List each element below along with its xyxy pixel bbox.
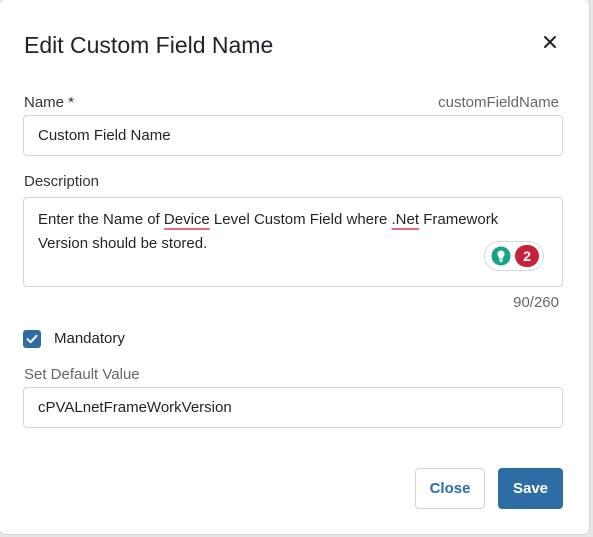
- name-input[interactable]: Custom Field Name: [23, 115, 563, 156]
- default-value-text: cPVALnetFrameWorkVersion: [38, 399, 232, 416]
- spelling-flag-word: Device: [163, 211, 210, 228]
- close-button[interactable]: Close: [415, 468, 485, 509]
- description-textarea[interactable]: Enter the Name of Device Level Custom Fi…: [23, 197, 563, 287]
- dialog-title: Edit Custom Field Name: [24, 32, 274, 58]
- edit-custom-field-dialog: Edit Custom Field Name Name * customFiel…: [0, 0, 590, 535]
- name-input-value: Custom Field Name: [38, 127, 171, 144]
- description-text: Enter the Name of Device Level Custom Fi…: [38, 211, 499, 252]
- lightbulb-icon: [491, 246, 511, 266]
- checkmark-icon: [26, 334, 38, 344]
- suggestion-count-badge: 2: [515, 245, 539, 267]
- default-value-input[interactable]: cPVALnetFrameWorkVersion: [23, 387, 563, 428]
- description-label: Description: [24, 173, 100, 190]
- mandatory-label[interactable]: Mandatory: [54, 330, 125, 348]
- mandatory-checkbox[interactable]: [23, 330, 41, 348]
- name-label: Name *: [24, 94, 75, 111]
- close-icon[interactable]: [536, 28, 564, 56]
- character-counter: 90/260: [513, 294, 559, 311]
- default-value-label: Set Default Value: [24, 366, 140, 383]
- grammar-assistant-badge[interactable]: 2: [484, 241, 544, 271]
- spelling-flag-word: .Net: [391, 211, 420, 228]
- save-button[interactable]: Save: [498, 468, 563, 509]
- field-key-hint: customFieldName: [438, 94, 559, 111]
